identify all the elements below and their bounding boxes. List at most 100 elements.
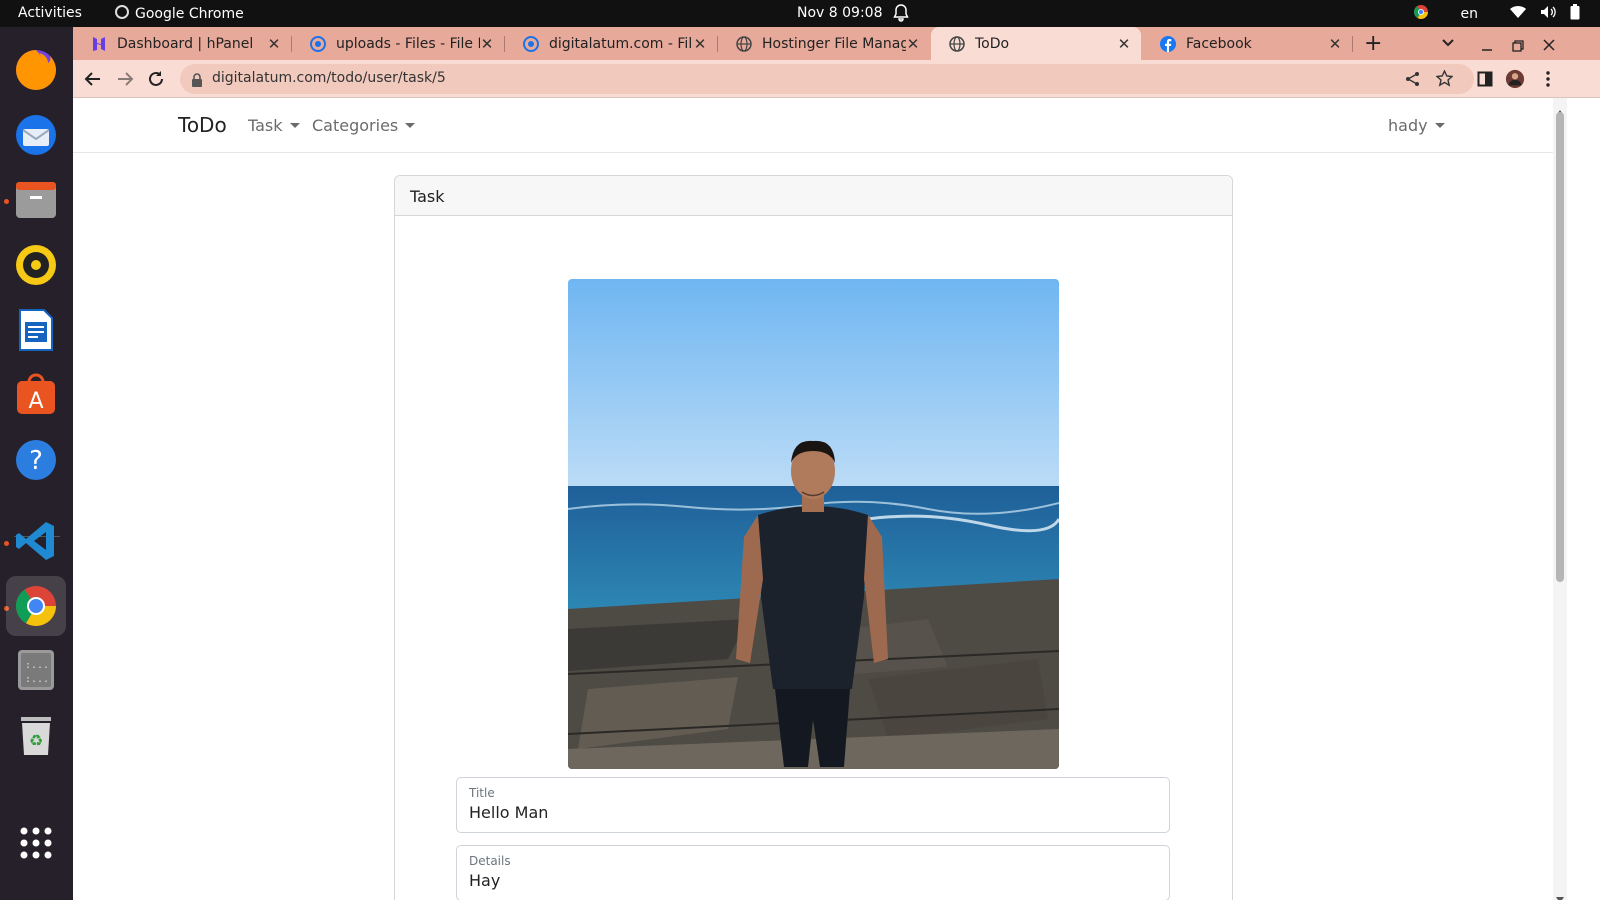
tab-title: digitalatum.com - Files (549, 35, 693, 52)
show-apps-icon[interactable] (12, 819, 60, 867)
chrome-tray-icon[interactable] (1413, 4, 1429, 24)
chrome-icon[interactable] (6, 576, 66, 636)
svg-text:A: A (28, 389, 43, 414)
user-name: hady (1388, 116, 1428, 135)
tab-title: ToDo (975, 35, 1010, 52)
app-center-icon[interactable]: A (12, 371, 60, 419)
nav-categories-dropdown[interactable]: Categories (312, 116, 416, 135)
web-page: ToDo Task Categories hady Task Title Hel… (73, 98, 1600, 900)
tab-title: Dashboard | hPanel (117, 35, 254, 52)
notification-bell-icon (893, 4, 909, 26)
hostinger-favicon (91, 36, 107, 52)
svg-text:♻: ♻ (29, 731, 43, 750)
user-dropdown[interactable]: hady (1388, 116, 1445, 135)
language-indicator[interactable]: en (1461, 6, 1479, 22)
url-text[interactable]: digitalatum.com/todo/user/task/5 (212, 70, 446, 86)
svg-text::...: :... (25, 674, 49, 685)
tab-close-icon[interactable]: ✕ (906, 35, 920, 53)
reload-icon[interactable] (146, 69, 166, 89)
volume-icon (1540, 5, 1556, 23)
scroll-down-arrow-icon[interactable] (1556, 888, 1564, 900)
browser-toolbar: digitalatum.com/todo/user/task/5 (73, 60, 1600, 98)
system-top-bar: Activities Google Chrome Nov 8 09:08 en (0, 0, 1600, 27)
caret-down-icon (289, 123, 300, 128)
file-browser-favicon (310, 35, 326, 52)
file-browser-favicon (523, 35, 539, 52)
help-icon[interactable]: ? (12, 436, 60, 484)
app-menu[interactable]: Google Chrome (115, 5, 244, 23)
activities-button[interactable]: Activities (18, 5, 82, 21)
tab-close-icon[interactable]: ✕ (267, 35, 281, 53)
minimize-icon[interactable] (1481, 37, 1493, 56)
tab-hpanel[interactable]: Dashboard | hPanel ✕ (73, 27, 291, 60)
tab-title: uploads - Files - File Br (336, 35, 480, 52)
globe-icon (736, 35, 752, 52)
tab-uploads[interactable]: uploads - Files - File Br ✕ (292, 27, 504, 60)
close-window-icon[interactable] (1543, 36, 1555, 55)
nav-task-label: Task (248, 116, 283, 135)
back-arrow-icon[interactable] (83, 69, 103, 89)
forward-arrow-icon[interactable] (115, 69, 135, 89)
tab-close-icon[interactable]: ✕ (480, 35, 494, 53)
tab-todo[interactable]: ToDo ✕ (931, 27, 1141, 60)
dock-running-indicator (4, 199, 9, 204)
caret-down-icon (1434, 123, 1445, 128)
chrome-small-icon (115, 5, 129, 23)
tab-close-icon[interactable]: ✕ (1328, 35, 1342, 53)
tab-separator (1352, 36, 1353, 52)
files-icon[interactable] (12, 176, 60, 224)
app-menu-label: Google Chrome (135, 6, 244, 22)
clock[interactable]: Nov 8 09:08 (797, 5, 882, 21)
tab-search-icon[interactable] (1441, 35, 1455, 54)
details-field[interactable]: Details Hay (456, 845, 1170, 900)
tab-title: Hostinger File Manage (762, 35, 906, 52)
share-icon[interactable] (1405, 71, 1421, 91)
title-field-value[interactable]: Hello Man (469, 803, 548, 822)
system-tray[interactable]: en (1413, 4, 1581, 24)
scrollbar-thumb[interactable] (1556, 112, 1564, 582)
bookmark-star-icon[interactable] (1435, 69, 1454, 91)
thunderbird-icon[interactable] (12, 111, 60, 159)
tab-digitalatum-files[interactable]: digitalatum.com - Files ✕ (505, 27, 717, 60)
tab-strip: Dashboard | hPanel ✕ uploads - Files - F… (73, 27, 1600, 60)
site-navbar: ToDo Task Categories hady (73, 98, 1553, 153)
title-field[interactable]: Title Hello Man (456, 777, 1170, 833)
details-field-label: Details (469, 854, 511, 868)
wifi-icon (1510, 5, 1526, 23)
vscode-icon[interactable] (12, 517, 60, 565)
profile-avatar[interactable] (1505, 69, 1525, 89)
nav-categories-label: Categories (312, 116, 399, 135)
restore-icon[interactable] (1512, 37, 1524, 56)
browser-window: Dashboard | hPanel ✕ uploads - Files - F… (73, 27, 1600, 900)
dock: A ? :...:... ♻ (0, 27, 73, 900)
lock-icon[interactable] (191, 72, 203, 91)
title-field-label: Title (469, 786, 495, 800)
card-header: Task (395, 176, 1232, 216)
battery-icon (1570, 4, 1580, 24)
tab-hostinger-file-manager[interactable]: Hostinger File Manage ✕ (718, 27, 930, 60)
terminal-icon[interactable]: :...:... (12, 646, 60, 694)
task-card: Task Title Hello Man Details Hay (394, 175, 1233, 900)
writer-icon[interactable] (12, 306, 60, 354)
side-panel-icon[interactable] (1475, 69, 1495, 89)
chrome-menu-icon[interactable] (1538, 69, 1558, 89)
details-field-value[interactable]: Hay (469, 871, 500, 890)
site-brand[interactable]: ToDo (178, 113, 227, 137)
svg-text::...: :... (25, 660, 49, 671)
rhythmbox-icon[interactable] (12, 241, 60, 289)
svg-text:?: ? (29, 446, 43, 476)
tab-close-icon[interactable]: ✕ (693, 35, 707, 53)
firefox-icon[interactable] (12, 46, 60, 94)
globe-icon (949, 35, 965, 52)
new-tab-button[interactable]: + (1364, 31, 1382, 56)
tab-close-icon[interactable]: ✕ (1117, 35, 1131, 53)
tab-title: Facebook (1186, 35, 1252, 52)
page-scrollbar[interactable] (1553, 98, 1567, 900)
nav-task-dropdown[interactable]: Task (248, 116, 300, 135)
dock-running-indicator (4, 541, 9, 546)
trash-icon[interactable]: ♻ (12, 711, 60, 759)
facebook-favicon (1160, 35, 1176, 52)
tab-facebook[interactable]: Facebook ✕ (1142, 27, 1352, 60)
task-image (568, 279, 1059, 769)
address-bar[interactable]: digitalatum.com/todo/user/task/5 (180, 64, 1474, 94)
